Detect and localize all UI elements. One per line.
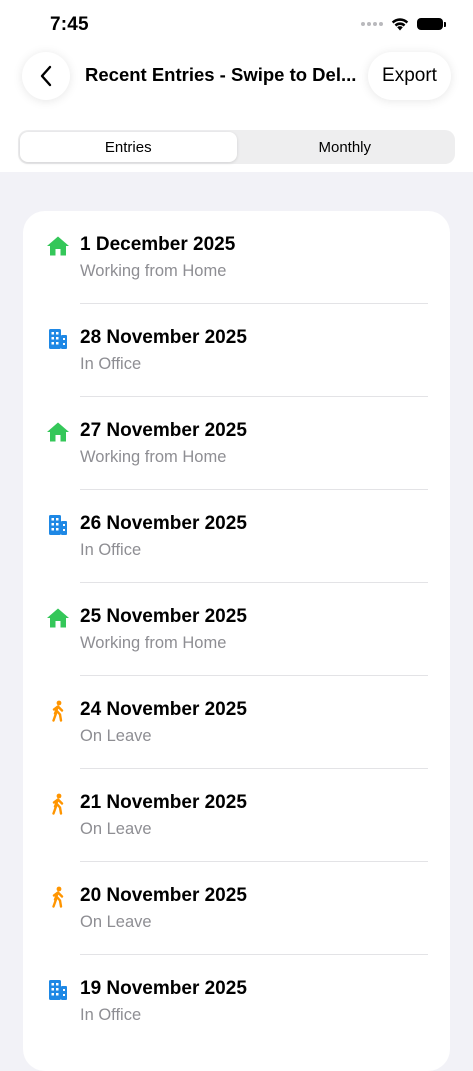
list-item[interactable]: 27 November 2025 Working from Home xyxy=(23,397,450,490)
office-building-icon xyxy=(45,512,71,538)
walking-person-icon xyxy=(45,791,71,817)
export-button[interactable]: Export xyxy=(368,52,451,100)
entry-status: In Office xyxy=(80,355,142,373)
list-item[interactable]: 26 November 2025 In Office xyxy=(23,490,450,583)
entry-status: On Leave xyxy=(80,913,152,931)
cellular-signal-icon xyxy=(361,22,383,26)
entry-date: 20 November 2025 xyxy=(80,885,247,906)
list-item[interactable]: 19 November 2025 In Office xyxy=(23,955,450,1048)
walking-person-icon xyxy=(45,884,71,910)
entry-date: 24 November 2025 xyxy=(80,699,247,720)
list-item[interactable]: 25 November 2025 Working from Home xyxy=(23,583,450,676)
battery-icon xyxy=(417,18,446,30)
segment-entries[interactable]: Entries xyxy=(20,132,237,162)
entry-status: Working from Home xyxy=(80,634,227,652)
entry-date: 25 November 2025 xyxy=(80,606,247,627)
entry-status: On Leave xyxy=(80,820,152,838)
home-icon xyxy=(45,605,71,631)
entry-date: 19 November 2025 xyxy=(80,978,247,999)
entry-status: In Office xyxy=(80,1006,142,1024)
entry-date: 26 November 2025 xyxy=(80,513,247,534)
office-building-icon xyxy=(45,977,71,1003)
chevron-left-icon xyxy=(40,65,52,87)
home-icon xyxy=(45,233,71,259)
entry-status: In Office xyxy=(80,541,142,559)
entry-status: Working from Home xyxy=(80,262,227,280)
entry-date: 28 November 2025 xyxy=(80,327,247,348)
wifi-icon xyxy=(391,18,409,31)
entry-date: 21 November 2025 xyxy=(80,792,247,813)
list-item[interactable]: 20 November 2025 On Leave xyxy=(23,862,450,955)
view-segmented-control: Entries Monthly xyxy=(18,130,455,164)
segment-monthly[interactable]: Monthly xyxy=(237,132,454,162)
back-button[interactable] xyxy=(22,52,70,100)
page-title: Recent Entries - Swipe to Del... xyxy=(85,64,357,85)
entry-status: Working from Home xyxy=(80,448,227,466)
entries-list: 1 December 2025 Working from Home 28 Nov… xyxy=(23,211,450,1071)
list-item[interactable]: 24 November 2025 On Leave xyxy=(23,676,450,769)
list-item[interactable]: 1 December 2025 Working from Home xyxy=(23,211,450,304)
list-item[interactable]: 28 November 2025 In Office xyxy=(23,304,450,397)
status-time: 7:45 xyxy=(50,14,89,35)
entry-date: 1 December 2025 xyxy=(80,234,236,255)
home-icon xyxy=(45,419,71,445)
status-icons xyxy=(361,17,446,31)
list-item[interactable]: 21 November 2025 On Leave xyxy=(23,769,450,862)
walking-person-icon xyxy=(45,698,71,724)
header-area: 7:45 Recent Entries - Swipe to Del... Ex… xyxy=(0,0,473,172)
entry-status: On Leave xyxy=(80,727,152,745)
entry-date: 27 November 2025 xyxy=(80,420,247,441)
office-building-icon xyxy=(45,326,71,352)
